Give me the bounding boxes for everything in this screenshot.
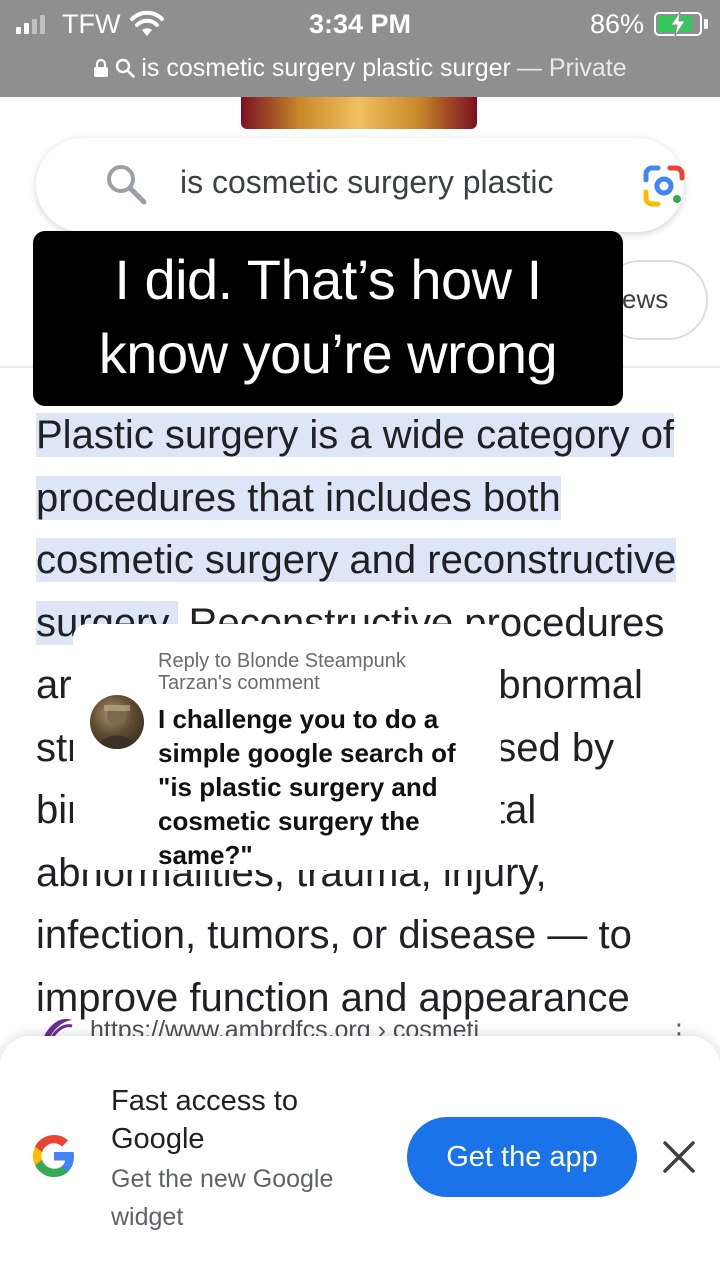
status-bar: TFW 3:34 PM 86% [0,0,720,48]
private-mode-label: — Private [516,53,627,82]
search-icon [116,58,136,78]
close-icon[interactable] [660,1138,698,1176]
browser-top-bar: TFW 3:34 PM 86% is cosmetic surgery plas… [0,0,720,97]
google-doodle[interactable] [241,97,477,129]
video-caption: I did. That’s how I know you’re wrong [33,231,623,406]
reply-comment-sticker[interactable]: Reply to Blonde Steampunk Tarzan's comme… [73,624,501,870]
lock-icon [94,58,109,77]
get-app-banner: Fast access to Google Get the new Google… [0,1036,720,1280]
get-the-app-button[interactable]: Get the app [407,1117,637,1197]
address-bar[interactable]: is cosmetic surgery plastic surger — Pri… [0,48,720,88]
reply-to-label: Reply to Blonde Steampunk Tarzan's comme… [158,650,406,694]
search-icon [107,165,147,205]
battery-icon [654,12,702,36]
commenter-avatar [90,695,144,749]
google-lens-icon[interactable] [640,162,688,210]
battery-tip [704,19,708,29]
search-box[interactable]: is cosmetic surgery plastic [36,138,685,232]
google-g-logo-icon [32,1134,74,1178]
battery-percent: 86% [590,9,645,39]
reply-comment-text: I challenge you to do a simple google se… [158,704,456,870]
search-query[interactable]: is cosmetic surgery plastic [180,164,610,201]
address-text: is cosmetic surgery plastic surger [141,53,511,82]
caption-line-2: know you’re wrong [98,322,558,385]
banner-title: Fast access to Google [111,1085,298,1155]
caption-line-1: I did. That’s how I [114,248,542,311]
banner-subtitle: Get the new Google widget [111,1165,334,1231]
